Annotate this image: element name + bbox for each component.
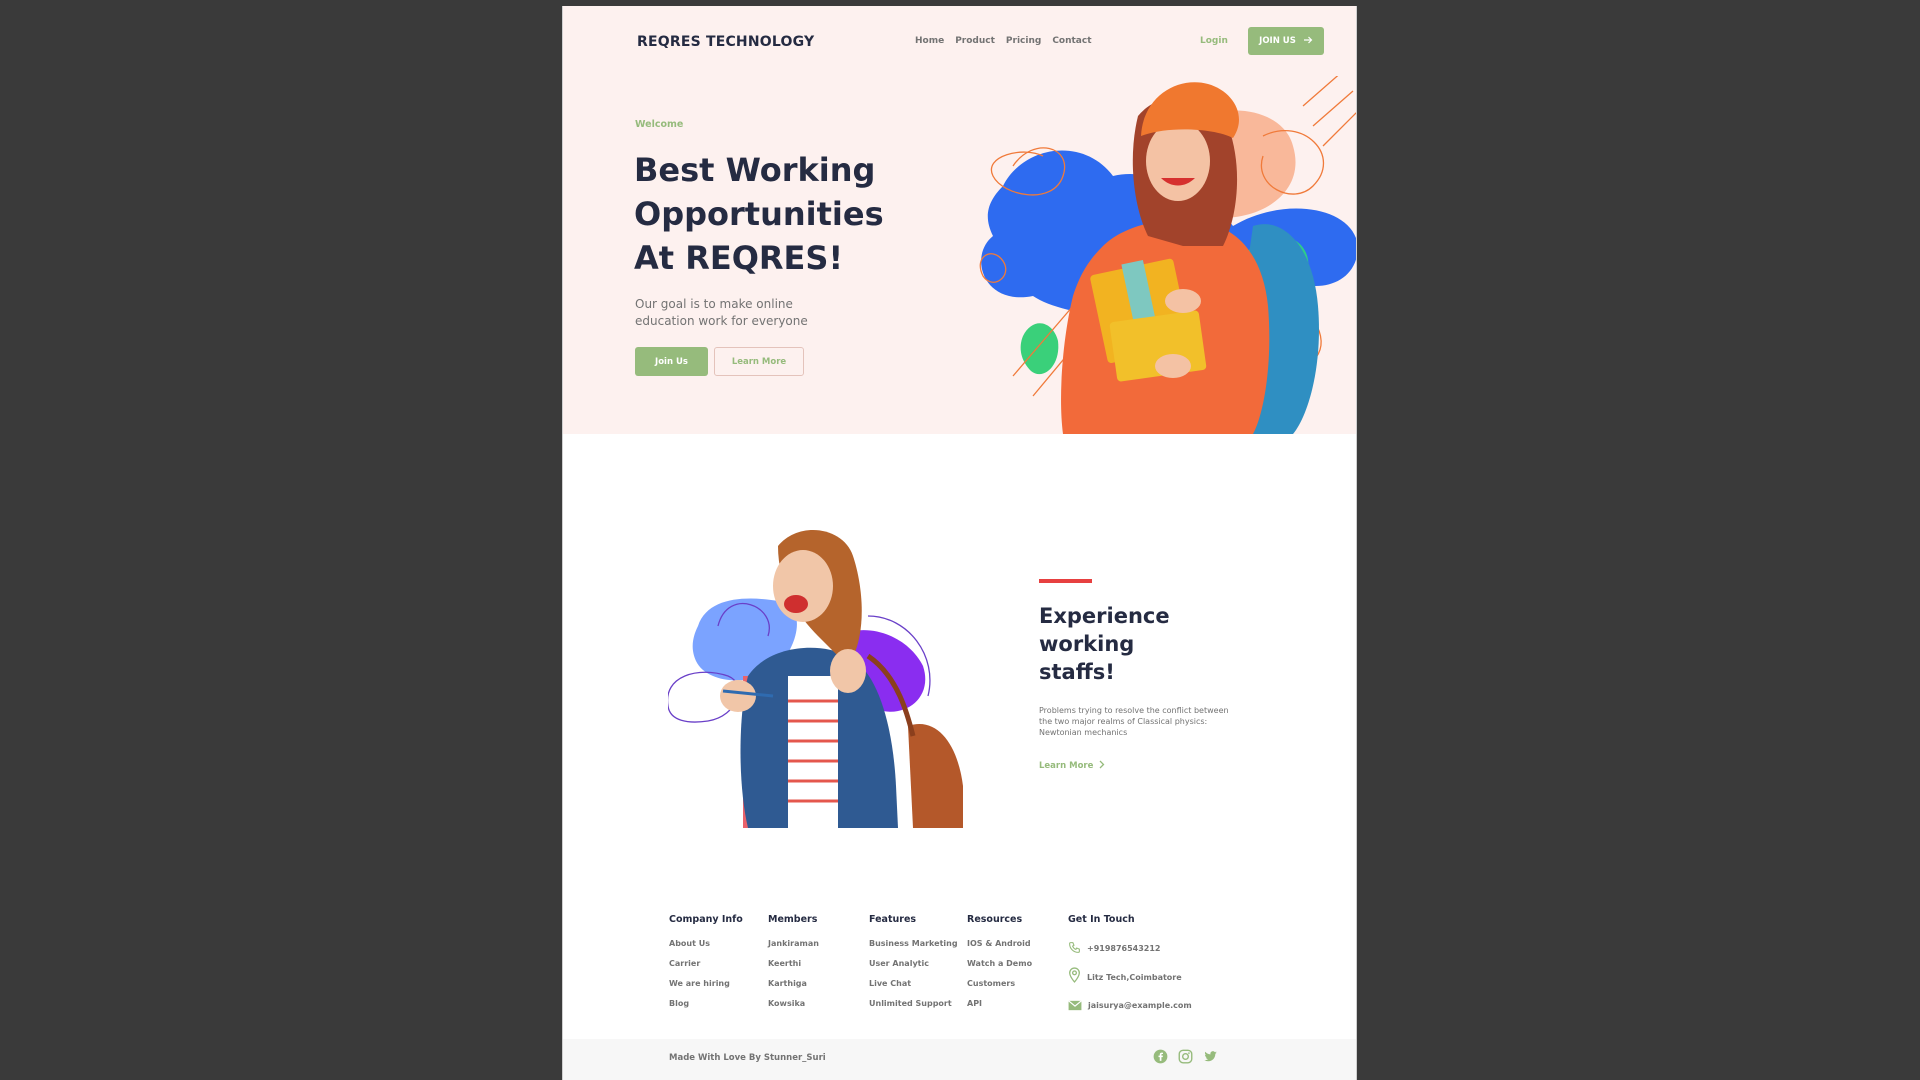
headline-line-2: Opportunities xyxy=(634,195,884,233)
hero-student-image xyxy=(979,76,1356,434)
social-links xyxy=(1153,1049,1218,1064)
contact-address-text: Litz Tech,Coimbatore xyxy=(1087,972,1182,982)
footer-column-title: Company Info xyxy=(669,914,743,925)
nav-product[interactable]: Product xyxy=(955,36,995,46)
twitter-icon[interactable] xyxy=(1203,1049,1218,1064)
brand-logo[interactable]: REQRES TECHNOLOGY xyxy=(637,34,814,50)
footer-link[interactable]: User Analytic xyxy=(869,959,967,968)
arrow-right-icon xyxy=(1303,36,1313,47)
phone-icon xyxy=(1068,939,1081,958)
contact-phone-text: +919876543212 xyxy=(1087,944,1161,953)
chevron-right-icon xyxy=(1099,760,1105,772)
footer-column-title: Members xyxy=(768,914,818,925)
footer-column-features: Features Business Marketing User Analyti… xyxy=(869,914,967,1024)
footer-column-members: Members Jankiraman Keerthi Karthiga Kows… xyxy=(768,914,869,1024)
page: REQRES TECHNOLOGY Home Product Pricing C… xyxy=(562,6,1357,1080)
credits-text: Made With Love By Stunner_Suri xyxy=(669,1053,826,1063)
footer-link[interactable]: API xyxy=(967,999,1068,1008)
join-us-header-button[interactable]: JOIN US xyxy=(1248,27,1324,55)
section-accent-bar xyxy=(1039,579,1092,583)
headline-line-1: Best Working xyxy=(634,151,876,189)
headline-line-3: At REQRES! xyxy=(634,239,844,277)
contact-phone[interactable]: +919876543212 xyxy=(1068,939,1208,958)
footer-link[interactable]: IOS & Android xyxy=(967,939,1068,948)
hero-section: REQRES TECHNOLOGY Home Product Pricing C… xyxy=(563,6,1356,434)
join-us-button[interactable]: Join Us xyxy=(635,347,708,376)
hero-headline: Best Working Opportunities At REQRES! xyxy=(634,148,934,280)
nav-pricing[interactable]: Pricing xyxy=(1006,36,1041,46)
feature-title-line-1: Experience xyxy=(1039,604,1170,628)
footer-column-resources: Resources IOS & Android Watch a Demo Cus… xyxy=(967,914,1068,1024)
mail-icon xyxy=(1068,996,1082,1015)
feature-title: Experience working staffs! xyxy=(1039,602,1239,686)
footer-column-contact: Get In Touch +919876543212 Litz Tech,Coi… xyxy=(1068,914,1208,1024)
main-nav: Home Product Pricing Contact xyxy=(915,36,1092,46)
footer-link[interactable]: Customers xyxy=(967,979,1068,988)
nav-contact[interactable]: Contact xyxy=(1052,36,1091,46)
contact-email-text: jaisurya@example.com xyxy=(1088,1001,1192,1010)
footer-column-company: Company Info About Us Carrier We are hir… xyxy=(669,914,768,1024)
learn-more-button[interactable]: Learn More xyxy=(714,347,804,376)
contact-email[interactable]: jaisurya@example.com xyxy=(1068,996,1208,1015)
footer-column-title: Resources xyxy=(967,914,1023,925)
footer-link[interactable]: Business Marketing xyxy=(869,939,967,948)
facebook-icon[interactable] xyxy=(1153,1049,1168,1064)
contact-address[interactable]: Litz Tech,Coimbatore xyxy=(1068,967,1208,987)
footer-column-title: Features xyxy=(869,914,917,925)
login-link[interactable]: Login xyxy=(1200,36,1228,46)
hero-subtitle: Our goal is to make online education wor… xyxy=(635,297,808,328)
footer-bottom-bar: Made With Love By Stunner_Suri xyxy=(563,1039,1356,1080)
footer-link[interactable]: Watch a Demo xyxy=(967,959,1068,968)
footer-link[interactable]: Carrier xyxy=(669,959,768,968)
footer-column-title: Get In Touch xyxy=(1068,914,1135,925)
footer-link[interactable]: About Us xyxy=(669,939,768,948)
footer-columns: Company Info About Us Carrier We are hir… xyxy=(669,914,1208,1024)
footer-link[interactable]: We are hiring xyxy=(669,979,768,988)
footer-link[interactable]: Jankiraman xyxy=(768,939,869,948)
feature-title-line-2: working xyxy=(1039,632,1135,656)
feature-learn-more-link[interactable]: Learn More xyxy=(1039,760,1105,772)
footer-link[interactable]: Unlimited Support xyxy=(869,999,967,1008)
location-pin-icon xyxy=(1068,967,1081,987)
join-us-label: JOIN US xyxy=(1259,36,1296,46)
feature-description: Problems trying to resolve the conflict … xyxy=(1039,706,1229,737)
footer-link[interactable]: Blog xyxy=(669,999,768,1008)
feature-title-line-3: staffs! xyxy=(1039,660,1115,684)
footer-link[interactable]: Kowsika xyxy=(768,999,869,1008)
nav-home[interactable]: Home xyxy=(915,36,944,46)
footer-link[interactable]: Karthiga xyxy=(768,979,869,988)
instagram-icon[interactable] xyxy=(1178,1049,1193,1064)
footer-link[interactable]: Keerthi xyxy=(768,959,869,968)
footer-link[interactable]: Live Chat xyxy=(869,979,967,988)
hero-eyebrow: Welcome xyxy=(635,119,684,130)
feature-student-image xyxy=(668,529,963,828)
feature-learn-more-label: Learn More xyxy=(1039,761,1094,771)
